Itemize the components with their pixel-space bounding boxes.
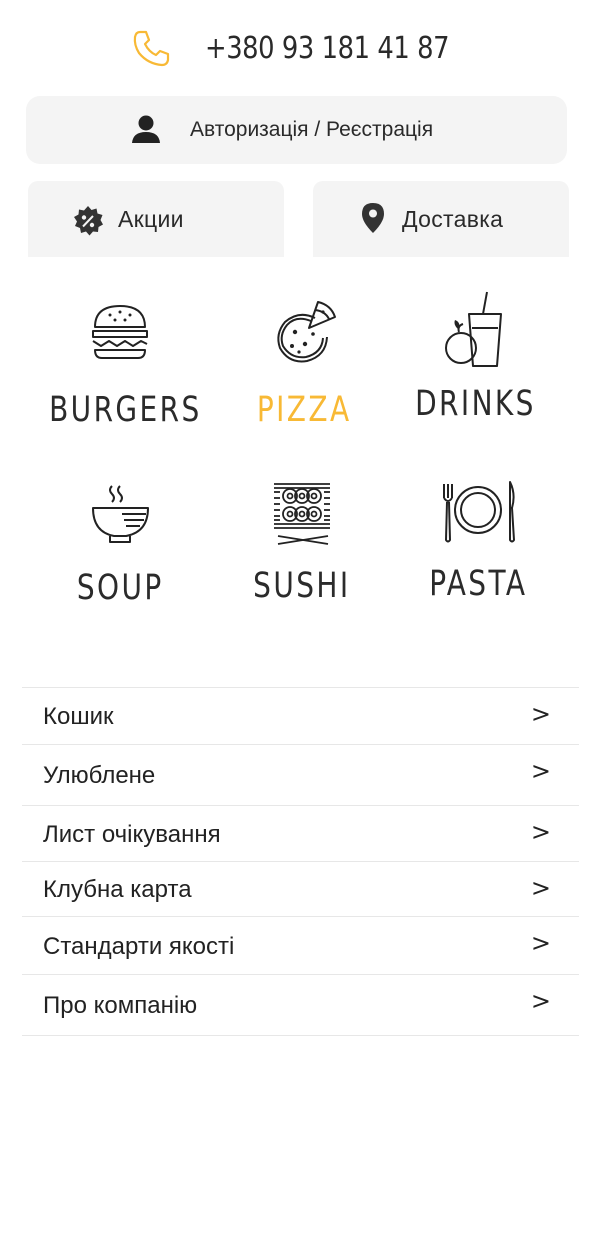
chevron-right-icon: >	[530, 700, 551, 728]
chevron-right-icon: >	[530, 874, 551, 902]
category-label: PASTA	[428, 564, 528, 604]
category-pasta[interactable]: PASTA	[388, 480, 568, 604]
category-burgers[interactable]: BURGERS	[30, 300, 210, 430]
user-icon	[132, 115, 160, 143]
pizza-icon	[277, 301, 336, 363]
menu-item-label: Про компанію	[43, 992, 198, 1019]
delivery-label: Доставка	[402, 205, 504, 232]
chevron-right-icon: >	[530, 757, 551, 785]
menu-item-label: Клубна карта	[43, 876, 192, 903]
menu-item-label: Улюблене	[43, 762, 156, 789]
category-pizza[interactable]: PIZZA	[214, 300, 394, 430]
menu-item-label: Лист очікування	[43, 820, 221, 848]
chevron-right-icon: >	[530, 929, 551, 957]
menu-item-waitlist[interactable]: Лист очікування >	[22, 806, 579, 862]
phone-number[interactable]: +380 93 181 41 87	[205, 31, 450, 66]
menu-item-label: Кошик	[43, 703, 114, 730]
category-drinks[interactable]: DRINKS	[385, 290, 565, 424]
menu-item-about-company[interactable]: Про компанію >	[22, 975, 579, 1036]
soup-icon	[92, 485, 149, 543]
chevron-right-icon: >	[530, 818, 551, 846]
menu-item-quality-standards[interactable]: Стандарти якості >	[22, 917, 579, 975]
category-soup[interactable]: SOUP	[30, 482, 210, 608]
promotions-button[interactable]: Акции	[28, 181, 284, 257]
category-label: DRINKS	[414, 384, 536, 424]
auth-register-button[interactable]: Авторизація / Реєстрація	[26, 96, 567, 164]
burger-icon	[92, 305, 148, 359]
menu-list: Кошик > Улюблене > Лист очікування > Клу…	[22, 687, 579, 1036]
chevron-right-icon: >	[530, 987, 551, 1015]
category-label: SUSHI	[253, 566, 351, 606]
auth-register-label: Авторизація / Реєстрація	[190, 118, 434, 141]
category-sushi[interactable]: SUSHI	[212, 480, 392, 606]
menu-item-label: Стандарти якості	[43, 932, 235, 960]
map-pin-icon	[362, 203, 384, 233]
sushi-icon	[274, 483, 330, 545]
category-label: SOUP	[76, 568, 164, 608]
menu-item-cart[interactable]: Кошик >	[22, 688, 579, 745]
menu-item-favorites[interactable]: Улюблене >	[22, 745, 579, 806]
phone-icon	[133, 30, 170, 67]
category-label: PIZZA	[256, 390, 352, 430]
category-label: BURGERS	[49, 390, 202, 430]
phone-row[interactable]: +380 93 181 41 87	[0, 24, 600, 72]
delivery-button[interactable]: Доставка	[313, 181, 569, 257]
menu-item-club-card[interactable]: Клубна карта >	[22, 862, 579, 917]
plate-cutlery-icon	[443, 481, 515, 543]
promotions-label: Акции	[118, 205, 184, 232]
drink-icon	[445, 291, 502, 367]
discount-badge-icon	[74, 206, 103, 236]
